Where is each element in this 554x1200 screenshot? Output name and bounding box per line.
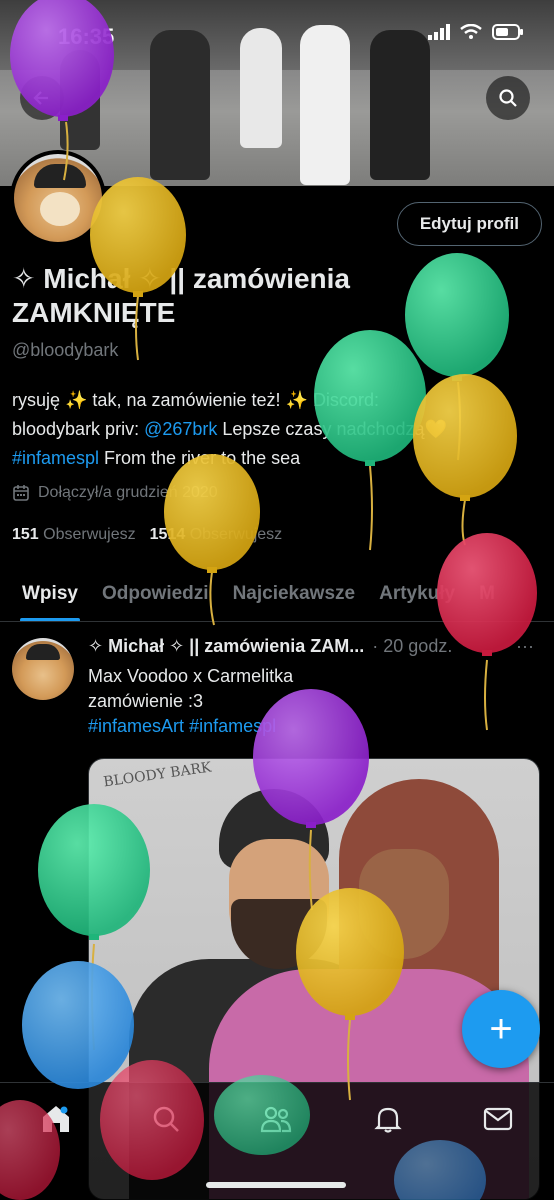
post-avatar[interactable] [12,638,74,700]
profile-name: ✧ Michał ✧ || zamówienia ZAMKNIĘTE [12,262,432,330]
profile-avatar[interactable] [10,150,106,246]
bio-text: bloodybark priv: [12,419,145,439]
home-icon [43,1106,69,1132]
plus-icon: + [489,1006,513,1051]
post-text: Max Voodoo x Carmelitka zamówienie :3 #i… [88,664,528,739]
search-icon [153,1106,179,1132]
tab-posts[interactable]: Wpisy [10,566,90,621]
battery-icon [492,24,523,40]
tab-articles[interactable]: Artykuły [367,566,467,621]
bio-hashtag-link[interactable]: #infamespl [12,448,99,468]
profile-stats: 151 Obserwujesz 1514 Obserwujesz [12,526,282,544]
profile-handle: @bloodybark [12,340,119,360]
illustration-woman-face [359,849,449,959]
post-header: ✧ Michał ✧ || zamówienia ZAM... · 20 god… [88,636,548,657]
post-author[interactable]: ✧ Michał ✧ || zamówienia ZAM... [88,636,364,657]
followers-count: 1514 [149,526,186,543]
compose-button[interactable]: + [462,990,540,1068]
banner-figure [150,30,210,180]
banner-figure [60,50,100,150]
profile-tabs: Wpisy Odpowiedzi Najciekawsze Artykuły M [0,566,554,622]
calendar-icon [13,485,29,501]
tab-highlights[interactable]: Najciekawsze [221,566,368,621]
following-stat[interactable]: 151 Obserwujesz [12,526,136,544]
bio-text: From the river to the sea [99,448,301,468]
status-time: 16:35 [58,24,115,49]
signal-icon [428,24,450,40]
tab-replies[interactable]: Odpowiedzi [90,566,221,621]
banner-figure [300,25,350,185]
search-icon [499,89,517,107]
avatar-cap [34,164,86,188]
search-profile-button[interactable] [486,76,530,120]
nav-notifications[interactable] [360,1097,416,1141]
communities-icon [260,1106,292,1133]
bio-text: Lepsze czasy nadchodzą💛 [217,419,447,439]
post-hashtag[interactable]: #infamespl [189,716,276,736]
avatar-face [40,192,80,226]
profile-bio: rysuję ✨ tak, na zamówienie też! ✨ Disco… [12,386,532,473]
following-count: 151 [12,526,39,543]
bell-icon [374,1107,402,1133]
wifi-icon [460,24,482,39]
banner-figure [370,30,430,180]
bio-line2: bloodybark priv: @267brk Lepsze czasy na… [12,415,532,444]
bio-mention-link[interactable]: @267brk [144,419,217,439]
arrow-left-icon [33,91,48,105]
post-time: · 20 godz. [372,636,453,656]
avatar-cap [26,644,60,660]
banner-figure [240,28,282,148]
nav-messages[interactable] [470,1097,526,1141]
bio-line1: rysuję ✨ tak, na zamówienie też! ✨ Disco… [12,390,379,410]
nav-search[interactable] [138,1097,194,1141]
edit-profile-button[interactable]: Edytuj profil [396,202,542,246]
joined-date: Dołączył/a grudzień 2020 [12,484,218,502]
joined-text: Dołączył/a grudzień 2020 [38,484,218,501]
post-text-line: zamówienie :3 [88,691,204,711]
post-tags: #infamesArt #infamespl [88,714,528,739]
mail-icon [483,1107,513,1131]
back-button[interactable] [20,76,64,120]
post-hashtag[interactable]: #infamesArt [88,716,184,736]
following-label: Obserwujesz [43,526,136,543]
more-options-icon[interactable]: ··· [516,636,534,657]
bio-line3: #infamespl From the river to the sea [12,444,532,473]
tab-media[interactable]: M [467,566,507,621]
profile-name-line2: ZAMKNIĘTE [12,297,176,328]
nav-home[interactable] [28,1097,84,1141]
home-indicator [206,1182,346,1188]
followers-stat[interactable]: 1514 Obserwujesz [150,526,283,544]
profile-name-line1: ✧ Michał ✧ || zamówienia [12,263,350,294]
nav-communities[interactable] [248,1097,304,1141]
followers-label: Obserwujesz [189,526,283,543]
status-icons [428,24,524,40]
artist-signature: BLOODY BARK [102,759,213,791]
post-text-line: Max Voodoo x Carmelitka [88,666,294,686]
